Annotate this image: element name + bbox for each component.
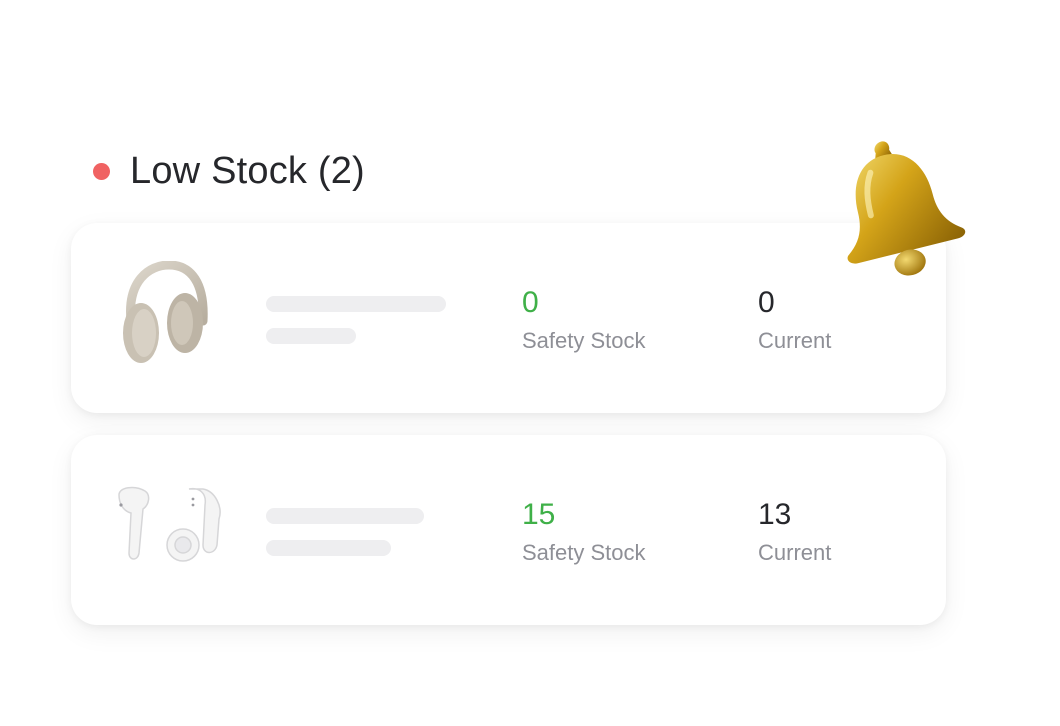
bell-icon[interactable] — [822, 132, 970, 280]
product-sku-placeholder — [266, 540, 391, 556]
section-title: Low Stock (2) — [130, 150, 365, 192]
earbuds-icon — [118, 486, 221, 562]
product-name-placeholder — [266, 296, 446, 312]
safety-stock-label: Safety Stock — [522, 328, 646, 353]
current-stock-value: 0 — [758, 286, 775, 319]
product-name-placeholder — [266, 508, 424, 524]
safety-stock-value: 0 — [522, 286, 539, 319]
headphones-icon — [123, 261, 208, 363]
safety-stock-metric: 0 Safety Stock — [522, 286, 722, 354]
current-stock-metric: 13 Current — [758, 498, 958, 566]
current-stock-value: 13 — [758, 498, 792, 531]
safety-stock-metric: 15 Safety Stock — [522, 498, 722, 566]
current-stock-label: Current — [758, 540, 832, 565]
safety-stock-value: 15 — [522, 498, 556, 531]
current-stock-label: Current — [758, 328, 832, 353]
stock-item-card[interactable]: 15 Safety Stock 13 Current — [71, 435, 946, 625]
product-sku-placeholder — [266, 328, 356, 344]
status-dot-icon — [93, 163, 110, 180]
low-stock-panel: Low Stock (2) 0 Safety Stock 0 Current 1… — [0, 0, 1060, 726]
section-header: Low Stock (2) — [93, 150, 365, 193]
stock-item-card[interactable]: 0 Safety Stock 0 Current — [71, 223, 946, 413]
current-stock-metric: 0 Current — [758, 286, 958, 354]
safety-stock-label: Safety Stock — [522, 540, 646, 565]
